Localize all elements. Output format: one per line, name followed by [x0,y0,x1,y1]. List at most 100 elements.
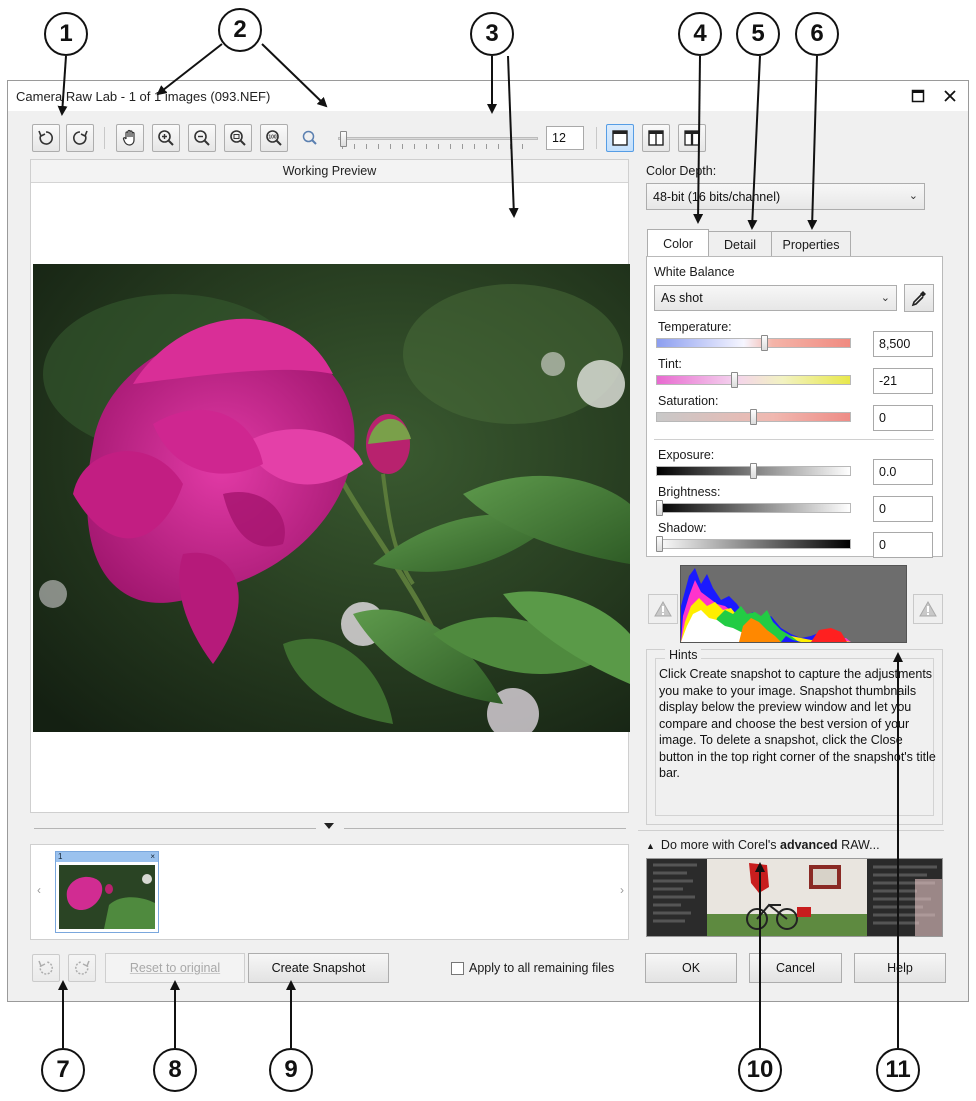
brightness-field[interactable]: 0 [873,496,933,522]
zoom-out-button[interactable] [188,124,216,152]
apply-all-checkbox[interactable] [451,962,464,975]
tab-properties[interactable]: Properties [771,231,851,257]
toolbar-separator [596,127,597,149]
create-snapshot-button[interactable]: Create Snapshot [248,953,389,983]
redo-button[interactable] [68,954,96,982]
zoom-value-field[interactable]: 12 [546,126,584,150]
promo-prefix: Do more with Corel's [660,838,781,852]
shadow-slider-thumb[interactable] [656,536,663,552]
callout-1: 1 [44,12,88,56]
callout-6: 6 [795,12,839,56]
snapshot-close-icon[interactable]: × [150,852,155,862]
zoom-100-button[interactable]: 100 [260,124,288,152]
undo-button[interactable] [32,954,60,982]
hints-legend: Hints [665,648,702,662]
preview-image[interactable] [33,264,630,732]
exposure-field[interactable]: 0.0 [873,459,933,485]
shadow-field[interactable]: 0 [873,532,933,558]
pan-tool-button[interactable] [116,124,144,152]
zoom-100-icon: 100 [266,130,282,146]
hints-group: Hints Click Create snapshot to capture t… [646,648,943,825]
reset-label: Reset to original [129,961,221,975]
split-view-button[interactable] [642,124,670,152]
rotate-right-icon [73,130,88,145]
help-label: Help [887,961,913,975]
rotate-right-button[interactable] [66,124,94,152]
snapshot-strip[interactable]: ‹ › 1 × [30,844,629,940]
temperature-label: Temperature: [658,320,732,334]
brightness-slider[interactable] [656,503,851,513]
single-view-button[interactable] [606,124,634,152]
snapshot-titlebar: 1 × [56,852,158,862]
create-snapshot-label: Create Snapshot [271,961,366,975]
camera-raw-lab-window: Camera Raw Lab - 1 of 1 images (093.NEF)… [7,80,969,1002]
zoom-slider[interactable] [338,128,538,150]
ok-button[interactable]: OK [645,953,737,983]
tint-label: Tint: [658,357,682,371]
shadow-slider[interactable] [656,539,851,549]
rotate-left-button[interactable] [32,124,60,152]
help-button[interactable]: Help [854,953,946,983]
preview-title: Working Preview [31,160,628,183]
warning-icon [654,601,672,617]
tab-detail[interactable]: Detail [708,231,772,257]
callout-10: 10 [738,1048,782,1092]
reset-to-original-button[interactable]: Reset to original [105,953,245,983]
color-depth-value: 48-bit (16 bits/channel) [653,189,781,204]
exposure-slider-thumb[interactable] [750,463,757,479]
saturation-slider-thumb[interactable] [750,409,757,425]
eyedropper-icon [911,291,926,307]
exposure-label: Exposure: [658,448,715,462]
undo-icon [38,960,53,975]
tab-color[interactable]: Color [647,229,709,257]
side-by-side-button[interactable] [678,124,706,152]
cancel-button[interactable]: Cancel [749,953,842,983]
tab-detail-label: Detail [724,237,756,252]
white-balance-value: As shot [661,291,703,305]
white-balance-label: White Balance [654,265,735,279]
cancel-label: Cancel [776,961,815,975]
section-divider [654,439,934,440]
tint-slider[interactable] [656,375,851,385]
zoom-fit-button[interactable] [224,124,252,152]
callout-2: 2 [218,8,262,52]
tint-slider-thumb[interactable] [731,372,738,388]
apply-all-label[interactable]: Apply to all remaining files [469,961,614,975]
scroll-left-icon[interactable]: ‹ [37,883,41,897]
zoom-slider-thumb[interactable] [340,131,347,147]
collapse-arrow-icon[interactable] [324,823,334,829]
callout-9: 9 [269,1048,313,1092]
callout-4: 4 [678,12,722,56]
tab-properties-label: Properties [782,237,840,252]
maximize-icon[interactable] [906,85,930,107]
brightness-slider-thumb[interactable] [656,500,663,516]
saturation-field[interactable]: 0 [873,405,933,431]
white-balance-select[interactable]: As shot ⌄ [654,285,897,311]
histogram [680,565,907,643]
single-view-icon [612,130,628,146]
scroll-right-icon[interactable]: › [620,883,624,897]
tint-field[interactable]: -21 [873,368,933,394]
warning-icon [919,601,937,617]
eyedropper-button[interactable] [904,284,934,312]
saturation-label: Saturation: [658,394,719,408]
tab-color-label: Color [663,236,693,251]
preview-pane[interactable]: Working Preview [30,159,630,813]
highlight-clipping-button[interactable] [913,594,943,624]
color-depth-select[interactable]: 48-bit (16 bits/channel) ⌄ [646,183,925,210]
color-tab-panel: White Balance As shot ⌄ Temperature: 8,5… [646,256,943,558]
temperature-field[interactable]: 8,500 [873,331,933,357]
brightness-label: Brightness: [658,485,721,499]
redo-icon [75,960,90,975]
zoom-in-button[interactable] [152,124,180,152]
zoom-in-icon [158,130,174,146]
shadow-clipping-button[interactable] [648,594,678,624]
zoom-glass-icon [300,128,320,148]
close-icon[interactable] [938,85,962,107]
temperature-slider-thumb[interactable] [761,335,768,351]
promo-image[interactable] [646,858,943,937]
promo-suffix: RAW... [837,838,880,852]
snapshot-thumbnail[interactable]: 1 × [55,851,159,933]
temperature-slider[interactable] [656,338,851,348]
promo-link[interactable]: ▲ Do more with Corel's advanced RAW... [646,838,880,852]
